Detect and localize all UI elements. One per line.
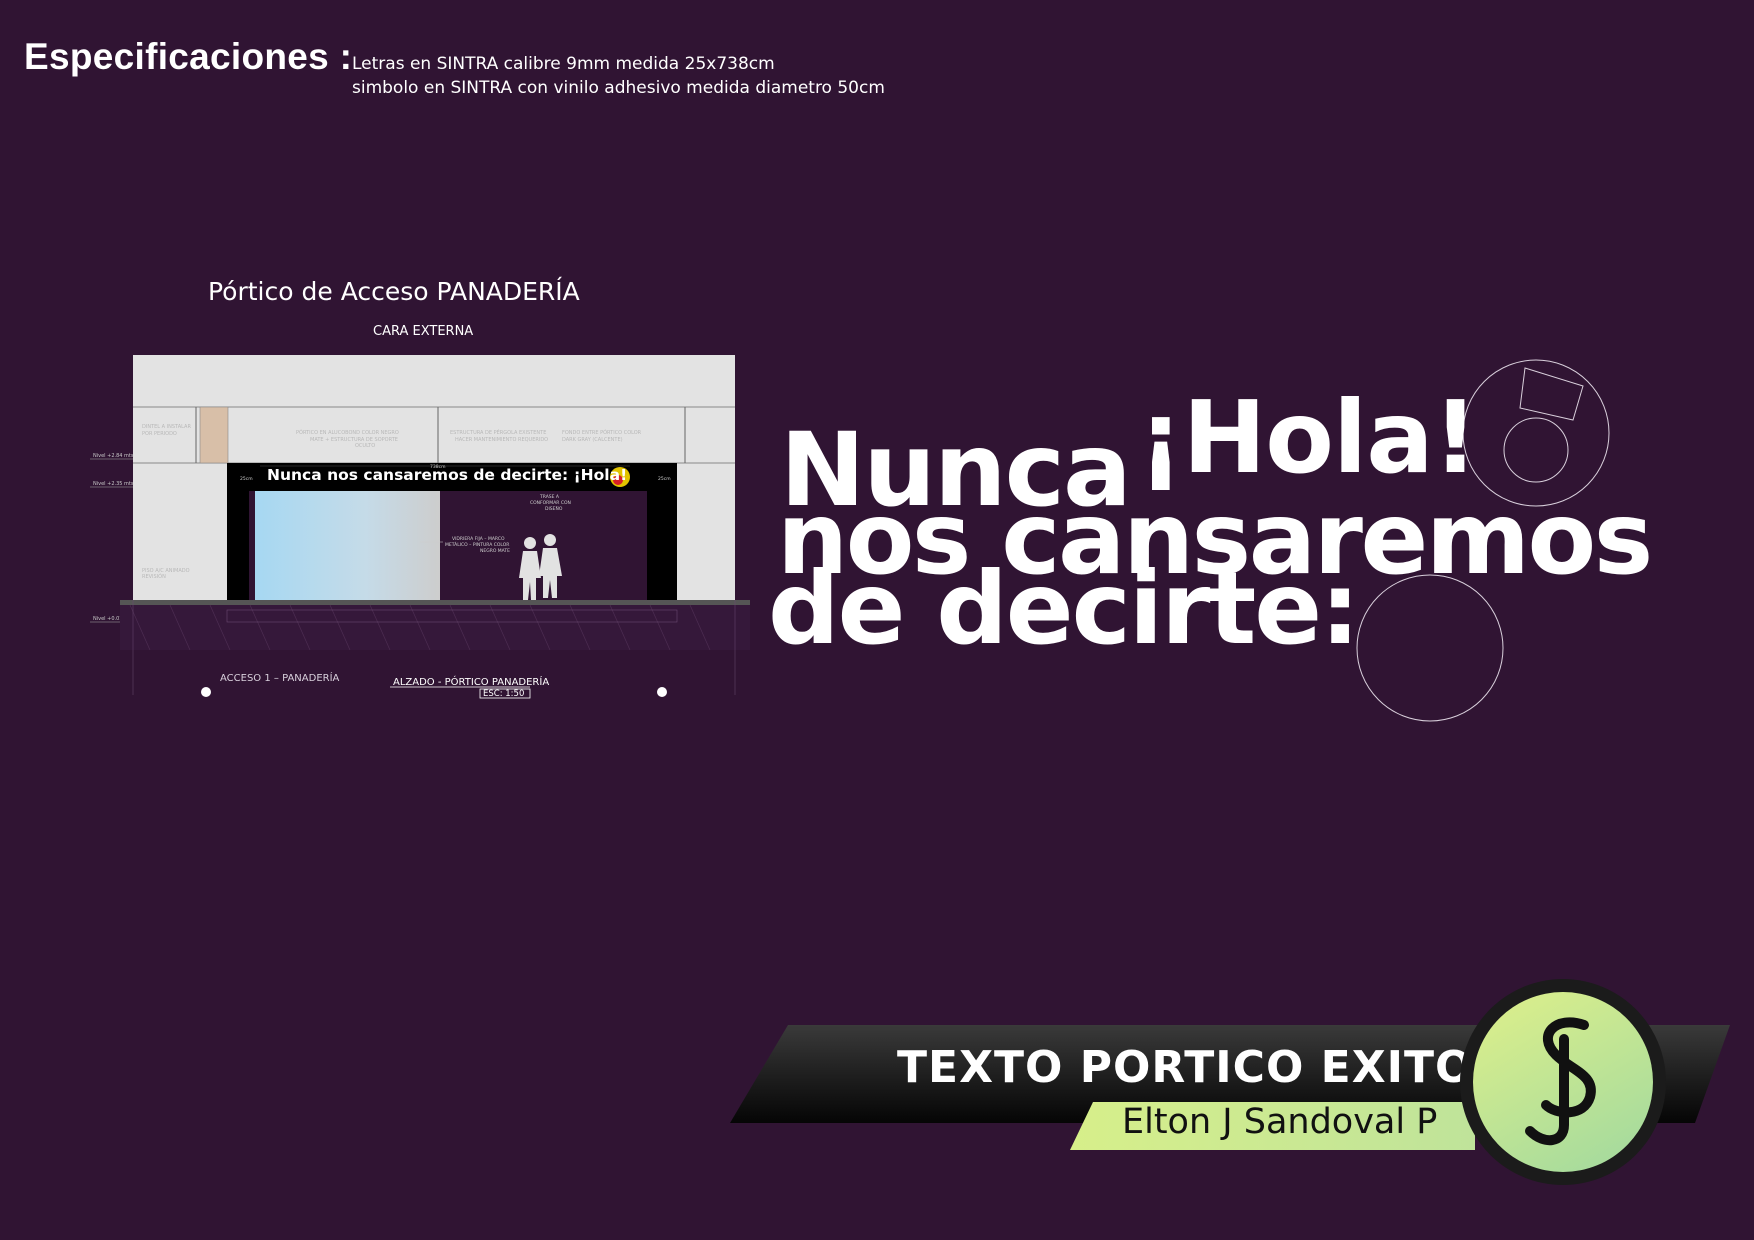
svg-text:25cm: 25cm [658, 476, 671, 482]
axis-marker-right [657, 687, 667, 697]
svg-text:REVISIÓN: REVISIÓN [142, 573, 166, 580]
svg-text:POR PERIODO: POR PERIODO [142, 431, 177, 437]
spec-line-1: Letras en SINTRA calibre 9mm medida 25x7… [352, 54, 775, 74]
svg-text:TRASE A: TRASE A [539, 494, 560, 500]
svg-text:METÁLICO – PINTURA COLOR: METÁLICO – PINTURA COLOR [445, 541, 509, 548]
banner-title: TEXTO PORTICO EXITO [897, 1042, 1474, 1093]
svg-text:25cm: 25cm [240, 476, 253, 482]
axis-marker-left [201, 687, 211, 697]
svg-text:HACER MANTENIMIENTO REQUERIDO: HACER MANTENIMIENTO REQUERIDO [455, 437, 548, 443]
svg-text:DISEÑO: DISEÑO [545, 505, 563, 512]
spec-lines: Letras en SINTRA calibre 9mm medida 25x7… [352, 52, 885, 100]
banner-author: Elton J Sandoval P [1122, 1102, 1438, 1142]
svg-text:VIDRIERA FIJA – MARCO: VIDRIERA FIJA – MARCO [452, 536, 505, 542]
drawing-scale: ESC: 1:50 [483, 689, 525, 699]
door-frame-right [647, 491, 677, 600]
svg-text:PÓRTICO EN ALUCOBOND COLOR NEG: PÓRTICO EN ALUCOBOND COLOR NEGRO [296, 429, 399, 436]
svg-text:Nivel +2.84 mts: Nivel +2.84 mts [93, 453, 134, 459]
svg-text:NEGRO MATE: NEGRO MATE [480, 548, 510, 554]
drawing-title: ALZADO - PÓRTICO PANADERÍA [393, 677, 550, 688]
author-logo [1456, 975, 1671, 1190]
access-label: ACCESO 1 – PANADERÍA [220, 673, 340, 684]
svg-text:MATE + ESTRUCTURA DE SOPORTE: MATE + ESTRUCTURA DE SOPORTE [310, 437, 398, 443]
headline-word-hola: ¡Hola! [1138, 379, 1478, 496]
svg-text:DARK GRAY (CALCENTE): DARK GRAY (CALCENTE) [562, 437, 623, 443]
elevation-drawing: DINTEL A INSTALAR POR PERIODO PÓRTICO EN… [90, 330, 750, 710]
spec-line-2: simbolo en SINTRA con vinilo adhesivo me… [352, 78, 885, 98]
svg-text:Nivel +2.35 mts: Nivel +2.35 mts [93, 481, 134, 487]
headline-line-3: de decirte: [768, 550, 1360, 667]
spec-title: Especificaciones : [24, 36, 353, 77]
svg-text:FONDO ENTRE PÓRTICO COLOR: FONDO ENTRE PÓRTICO COLOR [562, 429, 642, 436]
wood-column [199, 406, 229, 464]
svg-text:ESTRUCTURA DE PÉRGOLA EXISTENT: ESTRUCTURA DE PÉRGOLA EXISTENTE [450, 428, 546, 436]
svg-text:OCULTO: OCULTO [355, 443, 375, 449]
portico-title: Pórtico de Acceso PANADERÍA [208, 277, 580, 306]
sign-text: Nunca nos cansaremos de decirte: ¡Hola! [267, 466, 628, 484]
floor-hatch [120, 605, 750, 650]
svg-text:DINTEL A INSTALAR: DINTEL A INSTALAR [142, 424, 191, 430]
svg-text:CONFORMAR CON: CONFORMAR CON [530, 500, 571, 506]
glass-door [255, 491, 440, 600]
